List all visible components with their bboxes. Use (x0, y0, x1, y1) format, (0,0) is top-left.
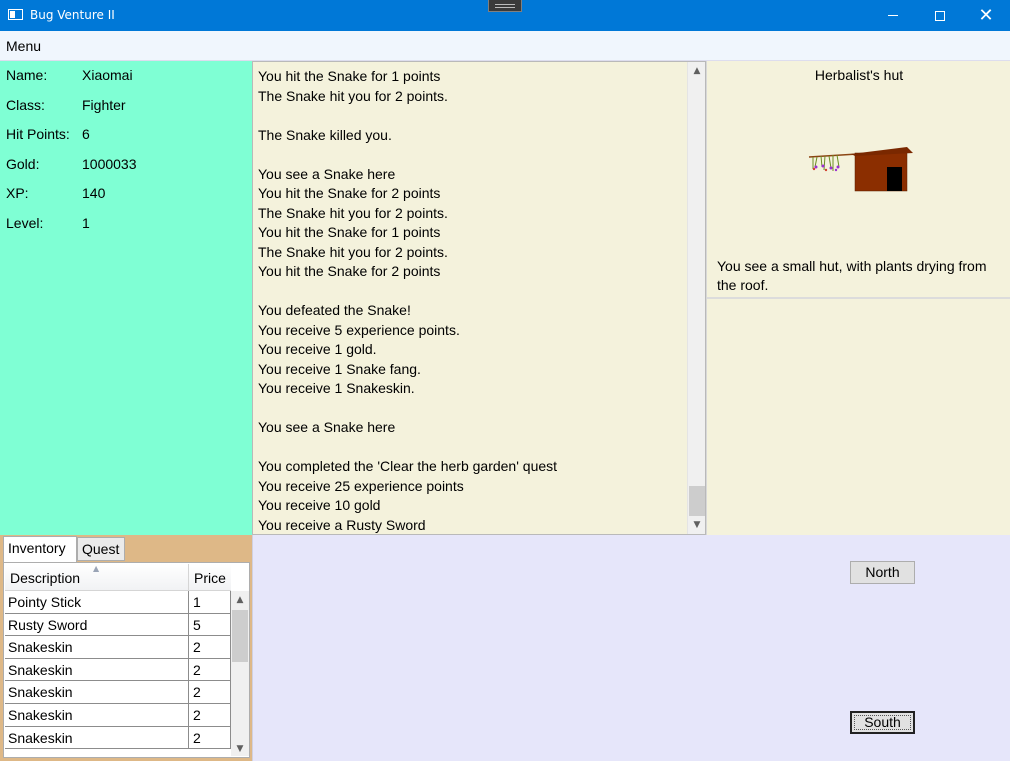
messages-text: You hit the Snake for 1 points The Snake… (258, 68, 558, 533)
stat-label-xp: XP: (6, 185, 29, 201)
tab-inventory[interactable]: Inventory (3, 536, 77, 562)
stat-label-hit-points: Hit Points: (6, 126, 70, 142)
location-panel: Herbalist's hut You see a small hut, wit… (706, 61, 1010, 535)
window-title: Bug Venture II (30, 8, 115, 22)
cell-price[interactable]: 2 (189, 726, 231, 749)
stat-value-xp: 140 (82, 185, 106, 201)
table-row[interactable]: Snakeskin 2 (5, 726, 231, 750)
scroll-up-icon[interactable]: ▲ (692, 66, 702, 76)
scroll-up-icon[interactable]: ▲ (235, 595, 245, 605)
minimize-button[interactable] (870, 0, 916, 31)
south-button[interactable]: South (850, 711, 915, 734)
herbalist-hut-image (808, 147, 913, 192)
table-row[interactable]: Snakeskin 2 (5, 704, 231, 727)
inventory-scroll-thumb[interactable] (232, 610, 248, 662)
cell-description[interactable]: Snakeskin (5, 658, 189, 681)
stat-label-gold: Gold: (6, 156, 40, 172)
controls-panel: North South (252, 535, 1010, 761)
grid-header: ▲ Description Price (5, 564, 231, 591)
cell-price[interactable]: 5 (189, 613, 231, 636)
stat-value-class: Fighter (82, 97, 126, 113)
cell-description[interactable]: Pointy Stick (5, 591, 189, 613)
stat-label-name: Name: (6, 67, 48, 83)
app-window-icon (8, 9, 23, 20)
minimize-icon (888, 15, 898, 16)
table-row[interactable]: Rusty Sword 5 (5, 613, 231, 637)
close-button[interactable]: ✕ (963, 0, 1009, 31)
scroll-down-icon[interactable]: ▼ (235, 744, 245, 754)
menu-item-menu[interactable]: Menu (6, 38, 41, 54)
cell-description[interactable]: Snakeskin (5, 681, 189, 704)
stat-label-class: Class: (6, 97, 45, 113)
stat-value-name: Xiaomai (82, 67, 133, 83)
inventory-scrollbar[interactable]: ▲ ▼ (231, 591, 249, 756)
table-row[interactable]: Pointy Stick 1 (5, 591, 231, 614)
stat-value-level: 1 (82, 215, 90, 231)
cell-price[interactable]: 2 (189, 681, 231, 704)
messages-box[interactable]: You hit the Snake for 1 points The Snake… (252, 61, 706, 535)
column-header-description-label: Description (10, 570, 81, 586)
location-description: You see a small hut, with plants drying … (717, 258, 987, 293)
messages-scroll-thumb[interactable] (689, 486, 705, 516)
menu-bar: Menu (0, 31, 1010, 61)
cell-price[interactable]: 2 (189, 636, 231, 659)
column-header-price[interactable]: Price (189, 564, 231, 591)
stat-value-hit-points: 6 (82, 126, 90, 142)
table-row[interactable]: Snakeskin 2 (5, 658, 231, 682)
column-header-description[interactable]: ▲ Description (5, 564, 189, 591)
table-row[interactable]: Snakeskin 2 (5, 681, 231, 704)
sort-ascending-icon: ▲ (93, 564, 100, 573)
drag-grip-icon[interactable] (488, 0, 522, 12)
player-stats-panel: Name: Xiaomai Class: Fighter Hit Points:… (0, 61, 252, 535)
stat-label-level: Level: (6, 215, 44, 231)
cell-price[interactable]: 1 (189, 591, 231, 613)
table-row[interactable]: Snakeskin 2 (5, 636, 231, 659)
maximize-icon (935, 10, 945, 21)
cell-description[interactable]: Snakeskin (5, 636, 189, 659)
messages-scrollbar[interactable]: ▲ ▼ (687, 62, 705, 534)
maximize-button[interactable] (917, 0, 963, 31)
close-icon: ✕ (978, 5, 994, 26)
title-bar[interactable]: Bug Venture II ✕ (0, 0, 1010, 31)
cell-price[interactable]: 2 (189, 658, 231, 681)
tab-quest[interactable]: Quest (77, 537, 125, 561)
scroll-down-icon[interactable]: ▼ (692, 520, 702, 530)
stat-value-gold: 1000033 (82, 156, 137, 172)
location-divider (707, 297, 1010, 299)
cell-price[interactable]: 2 (189, 704, 231, 726)
north-button[interactable]: North (850, 561, 915, 584)
cell-description[interactable]: Snakeskin (5, 704, 189, 726)
cell-description[interactable]: Rusty Sword (5, 613, 189, 636)
location-name: Herbalist's hut (814, 67, 904, 83)
cell-description[interactable]: Snakeskin (5, 726, 189, 749)
inventory-panel: ▲ Description Price Pointy Stick 1 Rusty S… (3, 562, 250, 758)
inventory-grid[interactable]: ▲ Description Price Pointy Stick 1 Rusty S… (5, 564, 249, 756)
tab-control: Inventory Quest ▲ Description Price Poin… (0, 535, 252, 761)
